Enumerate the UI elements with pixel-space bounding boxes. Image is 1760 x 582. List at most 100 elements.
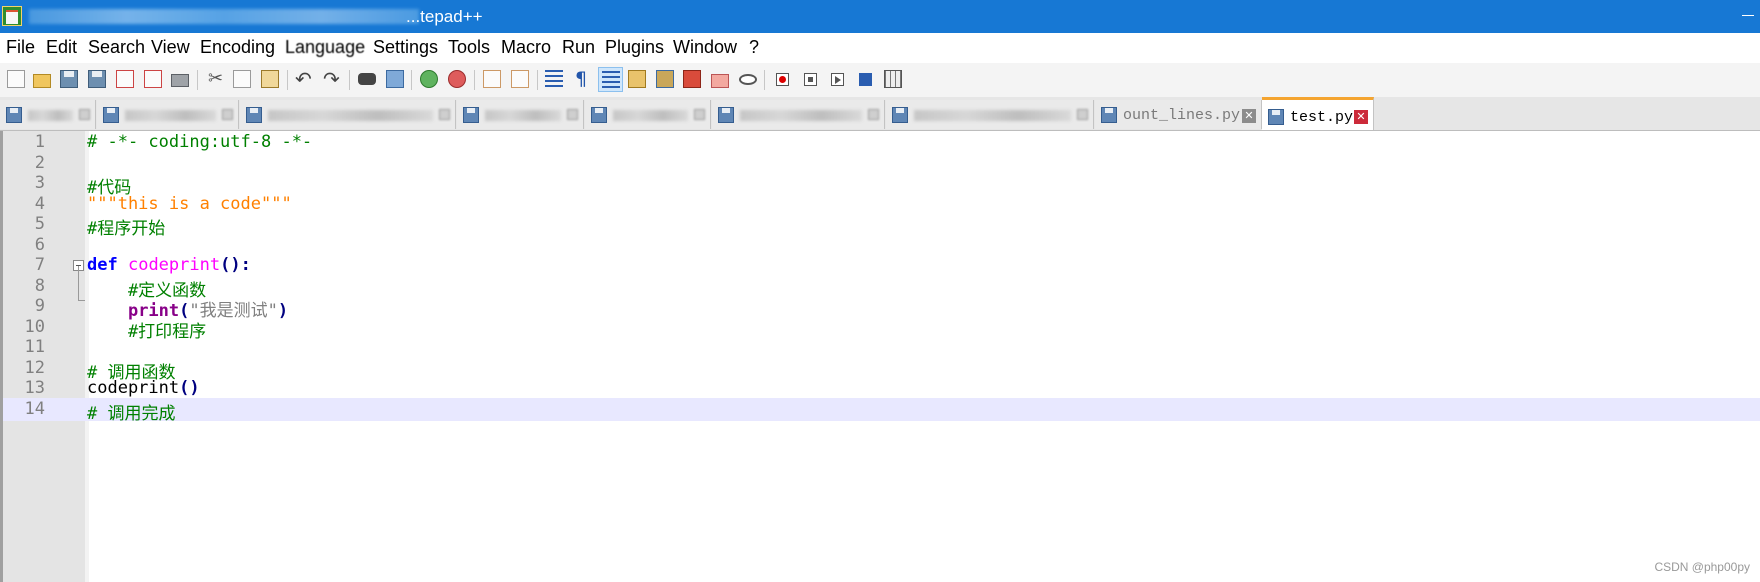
line-number: 11 [24, 337, 45, 357]
run-macro-multiple-icon[interactable] [853, 67, 878, 92]
toolbar-separator [197, 70, 198, 90]
tab-redacted[interactable] [97, 100, 239, 129]
close-tab-icon[interactable] [694, 109, 705, 120]
close-all-icon[interactable] [141, 67, 166, 92]
menu-view[interactable]: View [151, 37, 190, 58]
tab-redacted[interactable] [240, 100, 456, 129]
sync-horizontal-icon[interactable] [508, 67, 533, 92]
line-number: 4 [34, 193, 45, 214]
toolbar-separator [411, 70, 412, 90]
tab-redacted[interactable] [886, 100, 1094, 129]
menu-file[interactable]: File [6, 37, 35, 58]
line-number: 1 [34, 132, 45, 152]
play-macro-icon[interactable] [825, 67, 850, 92]
save-all-icon[interactable] [85, 67, 110, 92]
save-macro-icon[interactable] [881, 67, 906, 92]
minimize-icon[interactable] [1742, 15, 1754, 16]
doc-map-icon[interactable] [653, 67, 678, 92]
close-tab-icon[interactable] [79, 109, 90, 120]
undo-icon[interactable]: ↶ [292, 67, 317, 92]
line-number: 13 [24, 378, 45, 398]
menu-help[interactable]: ? [749, 37, 759, 58]
file-path-redacted [29, 9, 419, 24]
tab-label-redacted [268, 110, 433, 121]
close-tab-icon[interactable] [222, 109, 233, 120]
zoom-in-icon[interactable] [417, 67, 442, 92]
function-list-icon[interactable] [680, 67, 705, 92]
save-icon[interactable] [57, 67, 82, 92]
close-tab-icon[interactable] [567, 109, 578, 120]
redo-icon[interactable]: ↷ [320, 67, 345, 92]
stop-macro-icon[interactable] [798, 67, 823, 92]
title-bar: ...tepad++ [0, 0, 1760, 33]
tab-label: test.py [1290, 109, 1354, 126]
copy-icon[interactable] [230, 67, 255, 92]
menu-settings[interactable]: Settings [373, 37, 438, 58]
watermark: CSDN @php00py [1654, 560, 1750, 574]
close-tab-icon[interactable] [439, 109, 450, 120]
operator: (): [220, 255, 251, 275]
menu-tools[interactable]: Tools [448, 37, 490, 58]
menu-edit[interactable]: Edit [46, 37, 77, 58]
window-title: ...tepad++ [406, 7, 483, 26]
tab-redacted[interactable] [0, 100, 96, 129]
keyword-def: def [87, 255, 118, 275]
line-number: 8 [34, 275, 45, 296]
cut-icon[interactable]: ✂ [203, 67, 228, 92]
menu-plugins[interactable]: Plugins [605, 37, 664, 58]
disk-icon [6, 107, 22, 123]
indent-guide-icon[interactable] [598, 67, 623, 92]
function-call-name: codeprint [87, 378, 180, 398]
tab-redacted[interactable] [585, 100, 711, 129]
tab-label-redacted [485, 110, 561, 121]
folder-workspace-icon[interactable] [708, 67, 733, 92]
menu-search[interactable]: Search [88, 37, 145, 58]
tab-test-py[interactable]: test.py ✕ [1262, 97, 1374, 130]
word-wrap-icon[interactable] [542, 67, 567, 92]
function-name: codeprint [127, 255, 221, 275]
show-all-chars-icon[interactable]: ¶ [569, 67, 594, 92]
close-icon[interactable] [113, 67, 138, 92]
find-icon[interactable] [355, 67, 380, 92]
line-number: 12 [24, 357, 45, 378]
menu-macro[interactable]: Macro [501, 37, 551, 58]
toolbar: ✂ ↶ ↷ ¶ [0, 63, 1760, 98]
code-text: codeprint() [87, 378, 200, 398]
close-tab-icon[interactable]: ✕ [1242, 109, 1256, 123]
toolbar-separator [349, 70, 350, 90]
open-file-icon[interactable] [30, 67, 55, 92]
line-number: 3 [34, 173, 45, 193]
tab-redacted[interactable] [712, 100, 885, 129]
menu-window[interactable]: Window [673, 37, 737, 58]
tab-label-redacted [740, 110, 862, 121]
fold-guide-line [78, 266, 79, 300]
tab-redacted[interactable] [457, 100, 584, 129]
menu-language[interactable]: Language [285, 37, 365, 58]
code-editor[interactable]: 1 # -*- coding:utf-8 -*- 2 3 #代码 4 """th… [0, 131, 1760, 582]
line-number: 9 [34, 296, 45, 316]
paste-icon[interactable] [258, 67, 283, 92]
zoom-out-icon[interactable] [445, 67, 470, 92]
line-number: 10 [24, 316, 45, 337]
tab-count-lines[interactable]: ount_lines.py ✕ [1095, 100, 1262, 129]
line-number: 7 [34, 255, 45, 275]
udl-icon[interactable] [625, 67, 650, 92]
close-tab-icon[interactable]: ✕ [1354, 110, 1368, 124]
close-tab-icon[interactable] [1077, 109, 1088, 120]
replace-icon[interactable] [383, 67, 408, 92]
monitoring-icon[interactable] [736, 67, 761, 92]
menu-run[interactable]: Run [562, 37, 595, 58]
record-macro-icon[interactable] [770, 67, 795, 92]
menu-bar: File Edit Search View Encoding Language … [0, 33, 1760, 64]
toolbar-separator [537, 70, 538, 90]
menu-encoding[interactable]: Encoding [200, 37, 275, 58]
sync-vertical-icon[interactable] [480, 67, 505, 92]
new-file-icon[interactable] [4, 67, 29, 92]
tab-label-redacted [613, 110, 688, 121]
close-tab-icon[interactable] [868, 109, 879, 120]
notepad-plus-plus-app-icon[interactable] [2, 6, 22, 26]
disk-icon [892, 107, 908, 123]
tab-label-redacted [914, 110, 1071, 121]
print-icon[interactable] [168, 67, 193, 92]
code-line-current: 14 # 调用完成 [3, 397, 1760, 424]
